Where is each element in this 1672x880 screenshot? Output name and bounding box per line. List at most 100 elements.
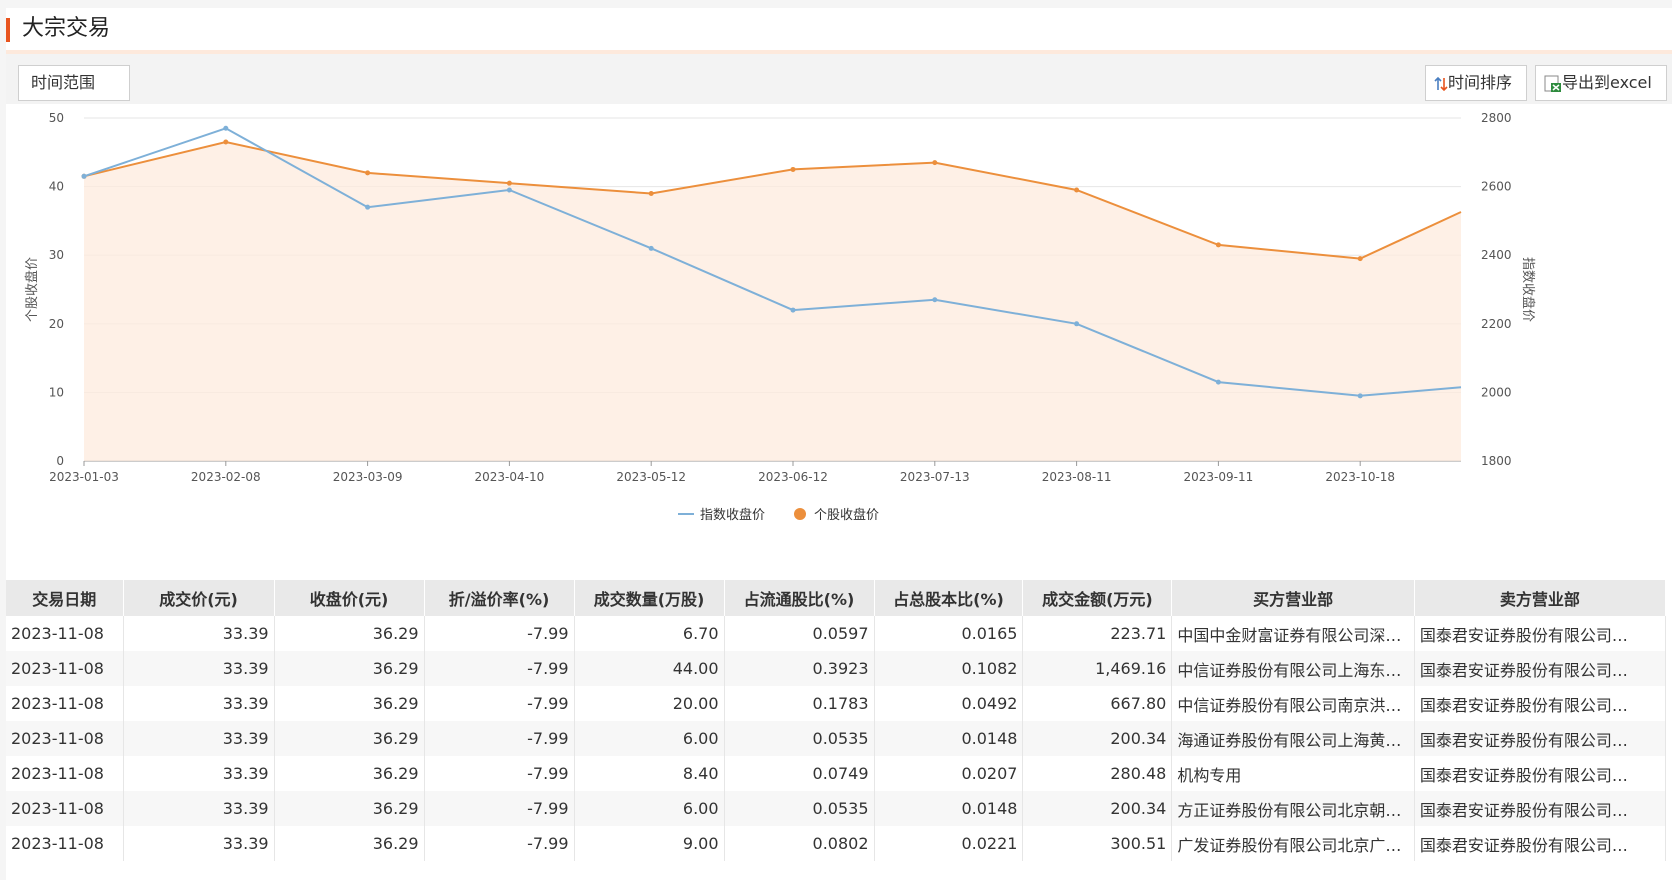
table-cell: -7.99 [424, 616, 575, 651]
table-cell: 200.34 [1022, 721, 1173, 756]
table-row[interactable]: 2023-11-08 33.39 36.29 -7.99 6.70 0.0597 0.016… [6, 616, 1667, 651]
table-cell: 中信证券股份有限公司上海东… [1171, 651, 1415, 686]
table-body: 2023-11-08 33.39 36.29 -7.99 6.70 0.0597 0.016… [6, 616, 1667, 861]
y-right-tick-label: 2000 [1481, 385, 1512, 399]
table-cell: 0.1082 [874, 651, 1024, 686]
x-tick-label: 2023-06-12 [758, 470, 828, 484]
table-cell: 2023-11-08 [6, 616, 124, 651]
y-right-tick-label: 2800 [1481, 111, 1512, 125]
table-cell: 1,469.16 [1022, 651, 1173, 686]
table-cell: 机构专用 [1171, 756, 1415, 791]
stock-price-point [365, 170, 371, 176]
table-cell: 33.39 [123, 686, 275, 721]
block-trade-panel: 大宗交易 时间范围 时间排序 导出到excel 0 10 20 30 40 50 1800 2… [6, 8, 1672, 880]
y-right-tick-label: 2200 [1481, 317, 1512, 331]
table-cell: 6.00 [574, 721, 725, 756]
table-cell: -7.99 [424, 826, 575, 861]
column-header: 占总股本比(%) [874, 580, 1024, 616]
legend-stock-label: 个股收盘价 [814, 507, 879, 523]
table-cell: 中国中金财富证券有限公司深… [1171, 616, 1415, 651]
time-range-button[interactable]: 时间范围 [18, 65, 130, 101]
y-left-tick-label: 10 [49, 385, 64, 399]
y-right-axis-label: 指数收盘价 [1520, 257, 1536, 322]
table-cell: 36.29 [274, 616, 425, 651]
legend-index-label: 指数收盘价 [700, 507, 765, 523]
time-range-label: 时间范围 [31, 73, 96, 92]
table-header-row: 交易日期 成交价(元) 收盘价(元) 折/溢价率(%) 成交数量(万股) 占流通股比(%)… [6, 580, 1667, 616]
index-price-point [81, 173, 87, 179]
table-cell: 6.70 [574, 616, 725, 651]
page-title: 大宗交易 [22, 16, 111, 41]
table-cell: 0.0802 [724, 826, 875, 861]
table-cell: 6.00 [574, 791, 725, 826]
index-price-point [1215, 379, 1221, 385]
table-cell: 2023-11-08 [6, 791, 124, 826]
export-excel-button[interactable]: 导出到excel [1535, 65, 1667, 101]
table-row[interactable]: 2023-11-08 33.39 36.29 -7.99 20.00 0.1783 0.04… [6, 686, 1667, 721]
table-cell: 2023-11-08 [6, 721, 124, 756]
table-cell: 国泰君安证券股份有限公司… [1414, 686, 1667, 721]
table-cell: 280.48 [1022, 756, 1173, 791]
table-cell: 0.3923 [724, 651, 875, 686]
stock-price-point [1357, 256, 1363, 262]
column-header: 折/溢价率(%) [424, 580, 575, 616]
table-cell: 223.71 [1022, 616, 1173, 651]
table-cell: 0.0597 [724, 616, 875, 651]
price-chart: 0 10 20 30 40 50 1800 2000 2200 2400 2600 2800 2023-… [24, 111, 1536, 523]
stock-price-point [1215, 242, 1221, 248]
table-row[interactable]: 2023-11-08 33.39 36.29 -7.99 6.00 0.0535 0.014… [6, 791, 1667, 826]
table-cell: 36.29 [274, 756, 425, 791]
column-header: 收盘价(元) [274, 580, 425, 616]
title-accent-bar [6, 18, 10, 42]
x-tick-label: 2023-01-03 [49, 470, 119, 484]
table-cell: 44.00 [574, 651, 725, 686]
x-tick-label: 2023-09-11 [1184, 470, 1254, 484]
index-price-point [223, 125, 229, 131]
table-cell: 33.39 [123, 826, 275, 861]
stock-price-point [790, 166, 796, 172]
stock-price-point [932, 160, 938, 166]
table-cell: -7.99 [424, 686, 575, 721]
table-cell: 方正证券股份有限公司北京朝… [1171, 791, 1415, 826]
table-row[interactable]: 2023-11-08 33.39 36.29 -7.99 6.00 0.0535 0.014… [6, 721, 1667, 756]
table-cell: 300.51 [1022, 826, 1173, 861]
x-tick-label: 2023-02-08 [191, 470, 261, 484]
table-cell: 33.39 [123, 721, 275, 756]
excel-export-icon [1544, 75, 1561, 92]
column-header: 成交数量(万股) [574, 580, 725, 616]
table-cell: 200.34 [1022, 791, 1173, 826]
y-left-axis-label: 个股收盘价 [24, 257, 40, 322]
column-header: 占流通股比(%) [724, 580, 875, 616]
table-row[interactable]: 2023-11-08 33.39 36.29 -7.99 44.00 0.3923 0.10… [6, 651, 1667, 686]
column-header: 交易日期 [6, 580, 124, 616]
table-cell: 667.80 [1022, 686, 1173, 721]
y-right-tick-label: 2400 [1481, 248, 1512, 262]
index-price-point [1357, 393, 1363, 399]
table-cell: 2023-11-08 [6, 756, 124, 791]
table-cell: 国泰君安证券股份有限公司… [1414, 721, 1667, 756]
export-excel-label: 导出到excel [1562, 73, 1652, 92]
table-cell: 0.0492 [874, 686, 1024, 721]
table-row[interactable]: 2023-11-08 33.39 36.29 -7.99 9.00 0.0802 0.022… [6, 826, 1667, 861]
table-cell: 0.0165 [874, 616, 1024, 651]
y-left-tick-label: 50 [49, 111, 64, 125]
table-cell: 0.0749 [724, 756, 875, 791]
y-left-tick-label: 40 [49, 180, 64, 194]
stock-price-point [648, 190, 654, 196]
column-header: 买方营业部 [1171, 580, 1415, 616]
table-cell: 广发证券股份有限公司北京广… [1171, 826, 1415, 861]
table-cell: 0.0221 [874, 826, 1024, 861]
table-cell: 0.0148 [874, 721, 1024, 756]
x-tick-label: 2023-07-13 [900, 470, 970, 484]
column-header: 卖方营业部 [1414, 580, 1667, 616]
sort-arrows-icon [1434, 76, 1448, 91]
index-price-point [932, 297, 938, 303]
time-sort-button[interactable]: 时间排序 [1425, 65, 1527, 101]
table-row[interactable]: 2023-11-08 33.39 36.29 -7.99 8.40 0.0749 0.020… [6, 756, 1667, 791]
y-right-tick-label: 1800 [1481, 454, 1512, 468]
table-cell: 国泰君安证券股份有限公司… [1414, 616, 1667, 651]
index-price-point [790, 307, 796, 313]
x-tick-label: 2023-05-12 [616, 470, 686, 484]
index-price-point [648, 245, 654, 251]
table-cell: 国泰君安证券股份有限公司… [1414, 791, 1667, 826]
